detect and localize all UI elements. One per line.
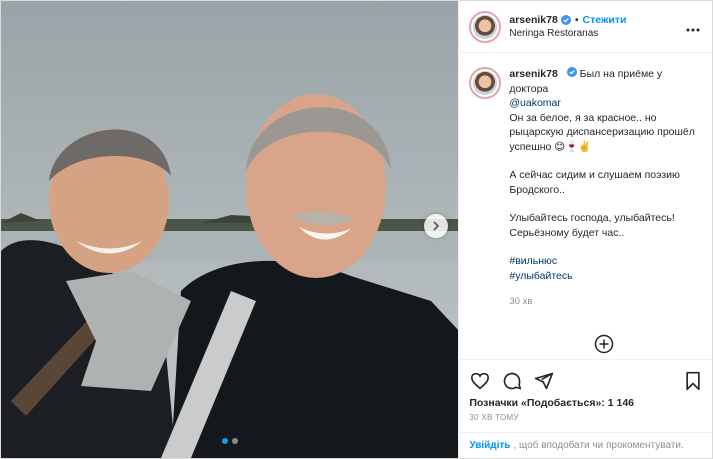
post-timestamp[interactable]: 30 ХВ ТОМУ [459, 409, 712, 432]
separator: • [574, 13, 579, 26]
caption-avatar[interactable] [469, 67, 502, 99]
bookmark-icon [686, 371, 700, 390]
more-options-button[interactable] [682, 19, 700, 35]
like-button[interactable] [469, 370, 491, 392]
hashtag-link[interactable]: #вильнюс [509, 255, 557, 267]
likes-count[interactable]: Позначки «Подобається»: 1 146 [459, 395, 712, 409]
login-link[interactable]: Увійдіть [469, 440, 510, 451]
caption-paragraph-1: arsenik78 Был на приёме у доктора @uakom… [509, 67, 699, 154]
avatar-image [473, 71, 498, 95]
comment-button[interactable] [501, 370, 523, 392]
share-icon [535, 372, 554, 389]
comment-icon [504, 372, 522, 389]
share-button[interactable] [533, 370, 555, 392]
username-link[interactable]: arsenik78 [509, 13, 557, 27]
carousel-dot-2 [231, 438, 238, 444]
caption-paragraph-3: Улыбайтесь господа, улыбайтесь! Серьёзно… [509, 212, 675, 239]
post-header: arsenik78 • Стежити Neringa Restoranas [459, 1, 712, 53]
verified-badge-icon [560, 14, 571, 25]
caption-body: arsenik78 Был на приёме у доктора @uakom… [509, 67, 699, 359]
instagram-post: arsenik78 • Стежити Neringa Restoranas a… [0, 0, 713, 459]
hashtag-link[interactable]: #улыбайтесь [509, 270, 572, 282]
caption-username[interactable]: arsenik78 [509, 68, 557, 80]
photo-illustration [1, 1, 459, 458]
mention-link[interactable]: @uakomar [509, 97, 561, 109]
login-to-comment: Увійдіть , щоб вподобати чи прокоментува… [459, 432, 712, 458]
more-horizontal-icon [686, 28, 700, 31]
caption-line-2: Он за белое, я за красное.. но рыцарскую… [509, 111, 695, 153]
follow-button[interactable]: Стежити [583, 13, 627, 27]
avatar-image [473, 14, 498, 39]
header-row: arsenik78 • Стежити [509, 13, 682, 27]
save-button[interactable] [682, 370, 704, 392]
plus-circle-icon [595, 334, 614, 353]
load-more-comments-button[interactable] [509, 334, 699, 354]
caption-section: arsenik78 Был на приёме у доктора @uakom… [459, 53, 712, 359]
caption-paragraph-2: А сейчас сидим и слушаем поэзию Бродског… [509, 169, 680, 196]
post-actions [459, 359, 712, 395]
post-photo[interactable] [1, 1, 459, 458]
carousel-indicator [221, 438, 238, 444]
post-side-panel: arsenik78 • Стежити Neringa Restoranas a… [458, 1, 712, 458]
verified-badge-icon [566, 67, 577, 77]
location-link[interactable]: Neringa Restoranas [509, 27, 682, 41]
chevron-right-icon [433, 221, 440, 231]
caption-hashtags: #вильнюс #улыбайтесь [509, 254, 699, 283]
caption-time: 30 хв [509, 296, 533, 307]
login-prompt: , щоб вподобати чи прокоментувати. [513, 440, 684, 451]
carousel-dot-1 [221, 438, 228, 444]
avatar[interactable] [469, 10, 502, 43]
heart-icon [471, 372, 490, 389]
header-text: arsenik78 • Стежити Neringa Restoranas [509, 13, 682, 41]
